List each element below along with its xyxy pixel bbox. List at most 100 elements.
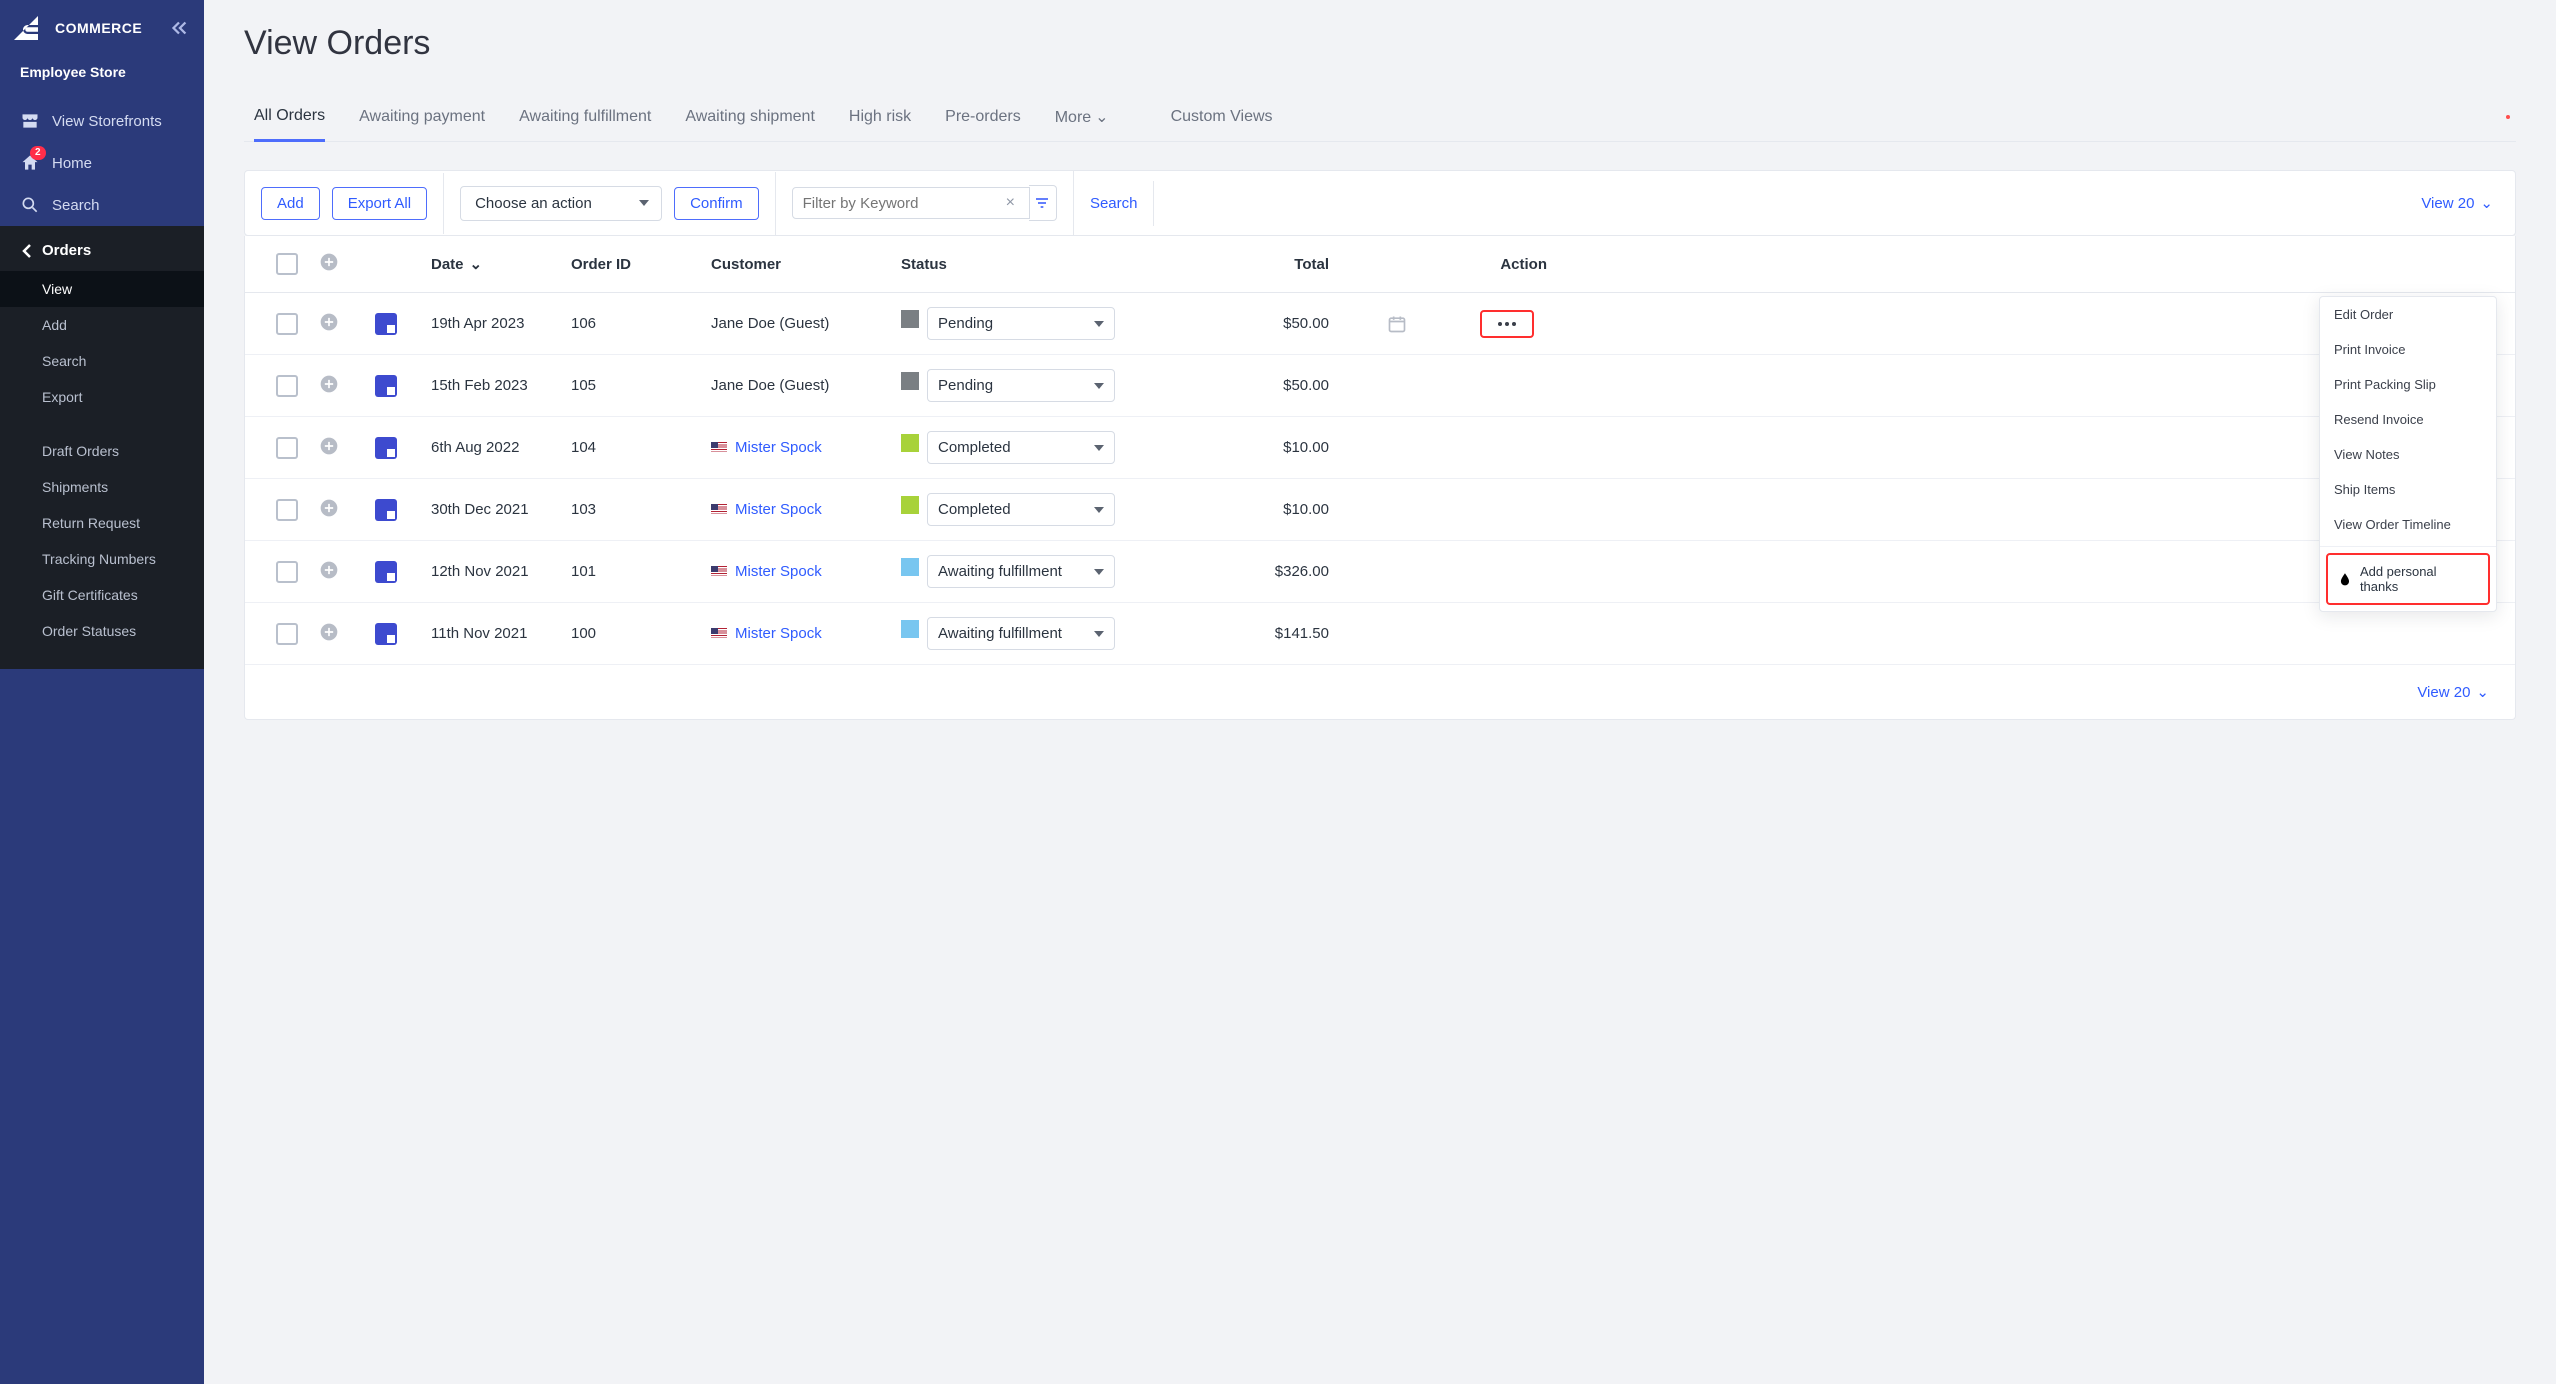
filter-settings-icon[interactable] [1029,185,1057,221]
drop-icon [2338,572,2352,586]
row-customer[interactable]: Mister Spock [735,501,822,518]
tabs-bar: All Orders Awaiting payment Awaiting ful… [244,93,2516,142]
status-select[interactable]: Awaiting fulfillment [927,617,1115,650]
sidebar-sub-search[interactable]: Search [0,343,204,379]
tab-high-risk[interactable]: High risk [849,94,911,140]
expand-row-icon[interactable] [319,498,339,518]
menu-print-invoice[interactable]: Print Invoice [2320,332,2496,367]
menu-view-notes[interactable]: View Notes [2320,437,2496,472]
store-name: Employee Store [0,60,204,100]
row-total: $10.00 [1137,501,1337,518]
search-button[interactable]: Search [1090,195,1138,212]
menu-ship-items[interactable]: Ship Items [2320,472,2496,507]
column-action: Action [1457,256,1557,273]
status-select[interactable]: Pending [927,307,1115,340]
column-total[interactable]: Total [1137,256,1337,273]
row-total: $50.00 [1137,315,1337,332]
row-checkbox[interactable] [276,499,298,521]
select-all-checkbox[interactable] [276,253,298,275]
sidebar-sub-add[interactable]: Add [0,307,204,343]
sidebar-section-label: Orders [42,242,91,259]
tab-custom-views[interactable]: Custom Views [1171,94,1273,140]
status-color-icon [901,496,919,514]
row-customer: Jane Doe (Guest) [711,377,829,394]
row-customer[interactable]: Mister Spock [735,625,822,642]
product-thumbnail-icon [375,561,397,583]
menu-view-order-timeline[interactable]: View Order Timeline [2320,507,2496,542]
status-color-icon [901,372,919,390]
status-select[interactable]: Completed [927,431,1115,464]
column-date[interactable]: Date ⌄ [431,255,571,273]
status-select[interactable]: Awaiting fulfillment [927,555,1115,588]
row-customer[interactable]: Mister Spock [735,439,822,456]
sidebar-sub-shipments[interactable]: Shipments [0,469,204,505]
sidebar-item-home[interactable]: 2 Home [0,142,204,184]
column-customer[interactable]: Customer [711,256,901,273]
sidebar-back-orders[interactable]: Orders [0,226,204,271]
expand-row-icon[interactable] [319,374,339,394]
logo-icon [14,16,50,40]
expand-row-icon[interactable] [319,436,339,456]
row-checkbox[interactable] [276,313,298,335]
tab-awaiting-fulfillment[interactable]: Awaiting fulfillment [519,94,651,140]
menu-add-personal-thanks[interactable]: Add personal thanks [2326,553,2490,605]
sidebar-item-search[interactable]: Search [0,184,204,226]
tab-awaiting-shipment[interactable]: Awaiting shipment [685,94,815,140]
sidebar-sub-return-request[interactable]: Return Request [0,505,204,541]
flag-us-icon [711,628,727,639]
expand-row-icon[interactable] [319,312,339,332]
logo-text: COMMERCE [55,20,142,36]
expand-all-icon[interactable] [319,252,339,272]
sidebar-item-view-storefronts[interactable]: View Storefronts [0,100,204,142]
filter-keyword-input-wrapper: × [792,187,1030,219]
row-order-id: 103 [571,501,711,518]
sidebar-sub-order-statuses[interactable]: Order Statuses [0,613,204,649]
tab-all-orders[interactable]: All Orders [254,93,325,142]
calendar-icon[interactable] [1387,314,1407,334]
view-count-label: View 20 [2417,684,2470,701]
sidebar-sub-gift-certificates[interactable]: Gift Certificates [0,577,204,613]
row-total: $326.00 [1137,563,1337,580]
status-select[interactable]: Pending [927,369,1115,402]
choose-action-select[interactable]: Choose an action [460,186,662,221]
row-customer[interactable]: Mister Spock [735,563,822,580]
view-count-select-footer[interactable]: View 20 ⌄ [2417,683,2495,701]
expand-row-icon[interactable] [319,622,339,642]
tab-label: More [1055,109,1091,126]
status-select[interactable]: Completed [927,493,1115,526]
flag-us-icon [711,566,727,577]
sidebar-item-label: Home [52,155,92,172]
status-color-icon [901,620,919,638]
add-button[interactable]: Add [261,187,320,220]
row-checkbox[interactable] [276,623,298,645]
menu-resend-invoice[interactable]: Resend Invoice [2320,402,2496,437]
column-order-id[interactable]: Order ID [571,256,711,273]
view-count-select[interactable]: View 20 ⌄ [2421,194,2499,212]
expand-row-icon[interactable] [319,560,339,580]
row-checkbox[interactable] [276,437,298,459]
tab-awaiting-payment[interactable]: Awaiting payment [359,94,485,140]
export-all-button[interactable]: Export All [332,187,427,220]
clear-filter-icon[interactable]: × [1002,194,1019,212]
notification-dot-icon [2506,115,2510,119]
page-title: View Orders [244,24,2516,63]
sidebar-sub-tracking-numbers[interactable]: Tracking Numbers [0,541,204,577]
sidebar-sub-view[interactable]: View [0,271,204,307]
product-thumbnail-icon [375,313,397,335]
chevron-down-icon: ⌄ [470,255,483,273]
row-checkbox[interactable] [276,375,298,397]
menu-edit-order[interactable]: Edit Order [2320,297,2496,332]
confirm-button[interactable]: Confirm [674,187,759,220]
tab-pre-orders[interactable]: Pre-orders [945,94,1021,140]
filter-keyword-input[interactable] [803,195,1002,212]
row-actions-button[interactable] [1480,310,1534,338]
row-customer: Jane Doe (Guest) [711,315,829,332]
collapse-sidebar-icon[interactable] [168,17,190,39]
sidebar-sub-draft-orders[interactable]: Draft Orders [0,433,204,469]
tab-more[interactable]: More⌄ [1055,93,1109,141]
menu-print-packing-slip[interactable]: Print Packing Slip [2320,367,2496,402]
row-date: 11th Nov 2021 [431,625,571,642]
sidebar-sub-export[interactable]: Export [0,379,204,415]
row-checkbox[interactable] [276,561,298,583]
column-status[interactable]: Status [901,256,1137,273]
